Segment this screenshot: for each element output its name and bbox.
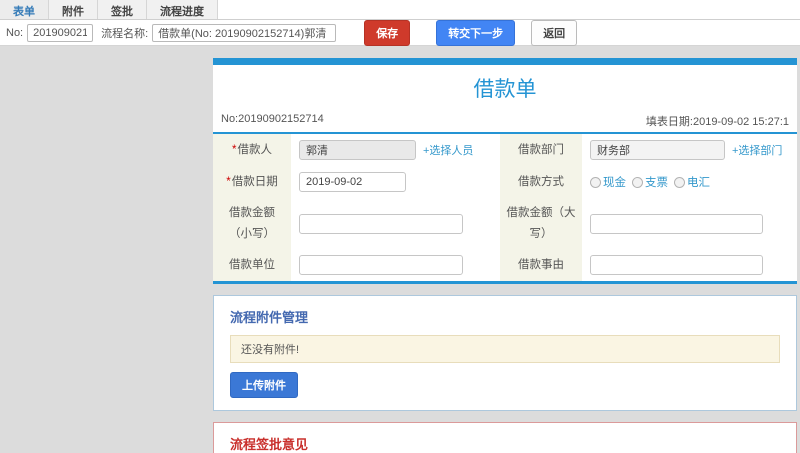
borrower-input[interactable] — [299, 140, 416, 160]
action-toolbar: No: 流程名称: 保存 转交下一步 返回 — [0, 19, 800, 46]
attachments-section: 流程附件管理 还没有附件! 上传附件 — [213, 295, 797, 412]
borrower-label: *借款人 — [213, 134, 291, 166]
radio-wire[interactable]: 电汇 — [674, 174, 710, 190]
main-panel: 借款单 No:20190902152714 填表日期:2019-09-02 15… — [213, 58, 797, 453]
borrower-field: +选择人员 — [291, 134, 500, 166]
no-input[interactable] — [27, 23, 94, 42]
loan-date-input[interactable] — [299, 172, 406, 192]
radio-cash[interactable]: 现金 — [590, 174, 626, 190]
select-person-link[interactable]: +选择人员 — [423, 142, 473, 158]
loan-method-field: 现金 支票 电汇 — [582, 166, 797, 198]
loan-method-radios: 现金 支票 电汇 — [590, 174, 710, 190]
tab-attachment[interactable]: 附件 — [49, 0, 98, 19]
amount-big-field — [582, 198, 797, 250]
department-label: 借款部门 — [500, 134, 582, 166]
select-department-link[interactable]: +选择部门 — [732, 142, 782, 158]
panel-top-bar — [213, 58, 797, 65]
tab-approval[interactable]: 签批 — [98, 0, 147, 19]
loan-date-label: *借款日期 — [213, 166, 291, 198]
back-button[interactable]: 返回 — [531, 19, 578, 46]
radio-icon[interactable] — [674, 176, 685, 188]
flow-name-label: 流程名称: — [101, 27, 149, 40]
loan-reason-label: 借款事由 — [500, 249, 582, 282]
loan-form-panel: 借款单 No:20190902152714 填表日期:2019-09-02 15… — [213, 65, 797, 285]
form-no-text: No:20190902152714 — [221, 113, 324, 125]
loan-unit-input[interactable] — [299, 255, 463, 276]
amount-big-label: 借款金额（大写） — [500, 198, 582, 250]
form-title: 借款单 — [473, 78, 537, 101]
loan-unit-label: 借款单位 — [213, 249, 291, 282]
form-date-text: 填表日期:2019-09-02 15:27:1 — [645, 116, 789, 128]
radio-icon[interactable] — [632, 176, 643, 188]
required-asterisk: * — [232, 143, 237, 156]
loan-reason-field — [582, 249, 797, 282]
amount-small-label: 借款金额（小写） — [213, 198, 291, 250]
amount-small-field — [291, 198, 500, 250]
required-asterisk: * — [226, 175, 231, 188]
amount-big-input[interactable] — [590, 213, 763, 234]
save-button[interactable]: 保存 — [364, 19, 411, 46]
tab-form[interactable]: 表单 — [0, 0, 49, 19]
department-field: +选择部门 — [582, 134, 797, 166]
tab-bar: 表单 附件 签批 流程进度 — [0, 0, 800, 20]
loan-unit-field — [291, 249, 500, 282]
flow-name-input[interactable] — [152, 23, 337, 42]
department-input[interactable] — [590, 140, 725, 160]
no-label: No: — [6, 26, 24, 39]
approval-section: 流程签批意见 B I abc A ⚭ ⚮ ⚑ ≣ ≡ ⇤ ⇥ — [213, 422, 797, 453]
form-grid: *借款人 +选择人员 借款部门 +选择部门 *借款日期 — [213, 134, 797, 282]
radio-check[interactable]: 支票 — [632, 174, 668, 190]
form-meta-row: No:20190902152714 填表日期:2019-09-02 15:27:… — [213, 109, 797, 134]
upload-attachment-button[interactable]: 上传附件 — [230, 372, 298, 399]
amount-small-input[interactable] — [299, 213, 463, 234]
loan-date-field — [291, 166, 500, 198]
next-step-button[interactable]: 转交下一步 — [436, 19, 516, 46]
tab-progress[interactable]: 流程进度 — [147, 0, 218, 19]
loan-method-label: 借款方式 — [500, 166, 582, 198]
attachments-title: 流程附件管理 — [230, 310, 309, 326]
content-area: 借款单 No:20190902152714 填表日期:2019-09-02 15… — [0, 46, 800, 453]
loan-reason-input[interactable] — [590, 255, 763, 276]
radio-icon[interactable] — [590, 176, 601, 188]
approval-title: 流程签批意见 — [230, 437, 309, 453]
no-attachments-notice: 还没有附件! — [230, 335, 780, 364]
